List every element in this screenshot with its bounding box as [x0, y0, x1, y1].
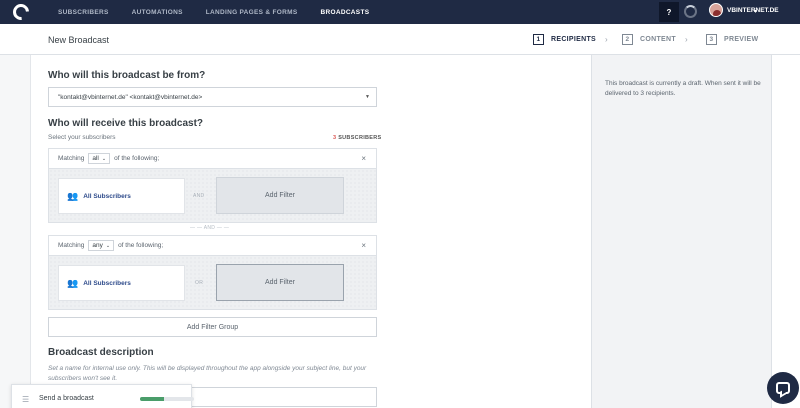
match-mode-value: all — [92, 155, 99, 162]
close-icon[interactable]: × — [361, 154, 366, 163]
top-navigation: SUBSCRIBERS AUTOMATIONS LANDING PAGES & … — [0, 0, 800, 24]
step-label: CONTENT — [640, 36, 676, 43]
step-number: 2 — [622, 34, 633, 45]
add-filter-button[interactable]: Add Filter — [216, 177, 344, 214]
step-content[interactable]: 2 CONTENT › — [622, 34, 688, 45]
filter-group-header: Matching any ⌄ of the following; × — [49, 236, 376, 256]
info-sidebar: This broadcast is currently a draft. Whe… — [591, 55, 772, 408]
match-mode-select[interactable]: all ⌄ — [88, 153, 111, 164]
help-button[interactable]: ? — [659, 2, 679, 22]
filter-label: All Subscribers — [83, 279, 131, 287]
filter-joiner: AND — [193, 193, 205, 199]
step-number: 3 — [706, 34, 717, 45]
group-divider-label: AND — [203, 225, 216, 231]
nav-link-automations[interactable]: AUTOMATIONS — [132, 9, 183, 16]
chat-icon — [776, 382, 790, 394]
filter-group-body: 👥 All Subscribers AND Add Filter — [49, 169, 376, 222]
matching-suffix: of the following; — [118, 242, 164, 249]
add-filter-group-button[interactable]: Add Filter Group — [48, 317, 377, 337]
matching-suffix: of the following; — [114, 155, 160, 162]
right-gutter — [772, 55, 800, 408]
from-address-select[interactable]: "kontakt@vbinternet.de" <kontakt@vbinter… — [48, 87, 377, 107]
filter-label: All Subscribers — [83, 192, 131, 200]
match-mode-select[interactable]: any ⌄ — [88, 240, 115, 251]
description-section-title: Broadcast description — [48, 347, 154, 358]
nav-link-landing-pages[interactable]: LANDING PAGES & FORMS — [206, 9, 298, 16]
chevron-down-icon[interactable]: ▾ — [754, 8, 757, 15]
subscriber-count-number: 3 — [333, 135, 337, 141]
step-preview[interactable]: 3 PREVIEW — [706, 34, 758, 45]
close-icon[interactable]: × — [361, 241, 366, 250]
step-label: PREVIEW — [724, 36, 759, 43]
from-section-title: Who will this broadcast be from? — [48, 70, 206, 81]
chevron-right-icon: › — [684, 35, 688, 44]
subscriber-count: 3 SUBSCRIBERS — [333, 135, 382, 141]
match-mode-value: any — [92, 242, 103, 249]
loading-spinner-icon — [684, 5, 697, 18]
chevron-right-icon: › — [605, 35, 608, 44]
chat-launcher-button[interactable] — [767, 372, 799, 404]
chevron-down-icon: ⌄ — [101, 156, 107, 162]
recipients-section-title: Who will receive this broadcast? — [48, 118, 204, 129]
onboarding-progress-toast[interactable]: ☰ Send a broadcast — [11, 384, 194, 408]
matching-prefix: Matching — [58, 155, 85, 162]
toast-label: Send a broadcast — [39, 395, 94, 402]
progress-bar — [140, 397, 194, 401]
all-subscribers-filter[interactable]: 👥 All Subscribers — [58, 265, 185, 301]
nav-links: SUBSCRIBERS AUTOMATIONS LANDING PAGES & … — [58, 0, 392, 24]
filter-group-body: 👥 All Subscribers OR Add Filter — [49, 256, 376, 309]
progress-bar-fill — [140, 397, 165, 401]
from-address-value: "kontakt@vbinternet.de" <kontakt@vbinter… — [58, 94, 203, 101]
nav-link-broadcasts[interactable]: BROADCASTS — [320, 9, 369, 16]
people-icon: 👥 — [67, 190, 78, 201]
filter-joiner: OR — [195, 280, 204, 286]
add-filter-button[interactable]: Add Filter — [216, 264, 344, 301]
step-recipients[interactable]: 1 RECIPIENTS › — [533, 34, 608, 45]
matching-prefix: Matching — [58, 242, 85, 249]
list-icon: ☰ — [22, 395, 30, 404]
left-gutter — [0, 55, 31, 408]
page-header: New Broadcast 1 RECIPIENTS › 2 CONTENT ›… — [0, 24, 800, 55]
caret-down-icon: ▼ — [365, 94, 370, 100]
select-subscribers-label: Select your subscribers — [48, 134, 116, 141]
step-number: 1 — [533, 34, 544, 45]
logo-icon[interactable] — [9, 0, 33, 24]
chevron-down-icon: ⌄ — [105, 243, 111, 249]
filter-group-1: Matching all ⌄ of the following; × 👥 All … — [48, 148, 377, 223]
page-title: New Broadcast — [48, 35, 110, 45]
group-divider: — — AND — — — [190, 225, 230, 231]
people-icon: 👥 — [67, 277, 78, 288]
draft-status-note: This broadcast is currently a draft. Whe… — [605, 80, 761, 97]
description-help-text: Set a name for internal use only. This w… — [48, 365, 367, 382]
nav-link-subscribers[interactable]: SUBSCRIBERS — [58, 9, 109, 16]
filter-group-2: Matching any ⌄ of the following; × 👥 All … — [48, 235, 377, 310]
step-label: RECIPIENTS — [551, 36, 597, 43]
account-name[interactable]: VBINTERNET.DE — [727, 7, 779, 14]
all-subscribers-filter[interactable]: 👥 All Subscribers — [58, 178, 185, 214]
filter-group-header: Matching all ⌄ of the following; × — [49, 149, 376, 169]
avatar[interactable] — [709, 3, 723, 17]
subscriber-count-label: SUBSCRIBERS — [338, 135, 382, 141]
